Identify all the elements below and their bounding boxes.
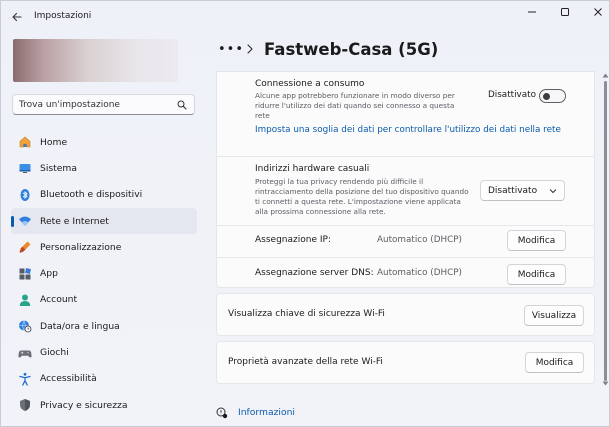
- ip-assignment-label: Assegnazione IP:: [255, 235, 331, 245]
- sidebar-item-label: Rete e Internet: [40, 215, 109, 227]
- sidebar-item-label: App: [40, 268, 58, 280]
- maximize-icon: [561, 8, 569, 16]
- maximize-button[interactable]: [554, 5, 576, 19]
- ip-assignment-value: Automatico (DHCP): [377, 235, 462, 245]
- globe-clock-icon: [18, 319, 32, 333]
- info-help-icon: [216, 407, 228, 419]
- random-hardware-addresses-dropdown[interactable]: Disattivato: [480, 180, 565, 201]
- scroll-up-arrow-icon[interactable]: [602, 73, 609, 78]
- search-input[interactable]: [19, 98, 174, 112]
- shield-icon: [18, 398, 32, 412]
- accessibility-icon: [18, 372, 32, 386]
- info-link[interactable]: Informazioni: [238, 407, 295, 418]
- back-button[interactable]: [9, 9, 25, 25]
- sidebar-item-bluetooth[interactable]: Bluetooth e dispositivi: [11, 182, 197, 208]
- chevron-down-icon: [549, 189, 557, 194]
- divider: [216, 156, 595, 157]
- sidebar-item-label: Privacy e sicurezza: [40, 399, 128, 411]
- data-limit-link[interactable]: Imposta una soglia dei dati per controll…: [255, 125, 561, 135]
- advanced-properties-edit-button[interactable]: Modifica: [525, 352, 584, 373]
- dns-assignment-label: Assegnazione server DNS:: [255, 268, 374, 278]
- random-hardware-addresses-description: Proteggi la tua privacy rendendo più dif…: [255, 177, 469, 216]
- ip-assignment-edit-button[interactable]: Modifica: [507, 230, 566, 251]
- security-key-card: Visualizza chiave di sicurezza Wi-Fi Vis…: [216, 293, 595, 336]
- sidebar-item-system[interactable]: Sistema: [11, 155, 197, 181]
- sidebar-item-apps[interactable]: App: [11, 260, 197, 286]
- gamepad-icon: [18, 346, 32, 360]
- metered-connection-toggle[interactable]: [539, 89, 566, 103]
- page-title: Fastweb-Casa (5G): [264, 40, 439, 59]
- dropdown-selected-value: Disattivato: [488, 186, 538, 196]
- search-box[interactable]: [12, 94, 195, 115]
- sidebar-item-accessibility[interactable]: Accessibilità: [11, 366, 197, 392]
- metered-connection-title: Connessione a consumo: [255, 79, 365, 89]
- sidebar-item-personalization[interactable]: Personalizzazione: [11, 234, 197, 260]
- sidebar-item-label: Giochi: [40, 347, 69, 359]
- minimize-button[interactable]: [521, 5, 543, 19]
- view-security-key-button[interactable]: Visualizza: [524, 305, 584, 326]
- sidebar-item-label: Personalizzazione: [40, 241, 122, 253]
- divider: [216, 257, 595, 258]
- minimize-icon: [528, 11, 536, 13]
- sidebar-item-home[interactable]: Home: [11, 129, 197, 155]
- bluetooth-icon: [18, 188, 32, 202]
- close-button[interactable]: [587, 5, 609, 19]
- metered-toggle-label: Disattivato: [488, 90, 536, 100]
- sidebar-item-network[interactable]: Rete e Internet: [11, 207, 197, 235]
- toggle-knob: [543, 93, 550, 100]
- sidebar-item-label: Bluetooth e dispositivi: [40, 189, 143, 201]
- user-profile-picture[interactable]: [13, 39, 178, 82]
- sidebar-nav: Home Sistema Bluetooth e dispositivi Ret…: [11, 129, 197, 418]
- random-hardware-addresses-title: Indirizzi hardware casuali: [255, 164, 370, 174]
- title-bar: Impostazioni: [1, 1, 609, 33]
- sidebar-item-time-language[interactable]: Data/ora e lingua: [11, 313, 197, 339]
- sidebar-item-label: Accessibilità: [40, 373, 97, 385]
- metered-connection-description: Alcune app potrebbero funzionare in modo…: [255, 91, 455, 120]
- divider: [216, 225, 595, 226]
- vertical-scrollbar[interactable]: [604, 81, 607, 381]
- brush-icon: [18, 240, 32, 254]
- search-icon[interactable]: [177, 100, 187, 110]
- sidebar-item-label: Account: [40, 294, 78, 306]
- app-title: Impostazioni: [34, 11, 92, 21]
- home-icon: [18, 135, 32, 149]
- sidebar-item-account[interactable]: Account: [11, 287, 197, 313]
- security-key-label: Visualizza chiave di sicurezza Wi-Fi: [228, 309, 385, 319]
- scroll-down-arrow-icon[interactable]: [602, 381, 609, 386]
- account-icon: [18, 293, 32, 307]
- breadcrumb-more-button[interactable]: •••: [218, 42, 244, 57]
- dns-assignment-edit-button[interactable]: Modifica: [507, 264, 566, 285]
- wifi-icon: [18, 214, 32, 228]
- sidebar-item-gaming[interactable]: Giochi: [11, 339, 197, 365]
- chevron-right-icon: [247, 44, 253, 54]
- system-icon: [18, 161, 32, 175]
- sidebar-item-label: Data/ora e lingua: [40, 320, 120, 332]
- sidebar-item-privacy[interactable]: Privacy e sicurezza: [11, 392, 197, 418]
- back-arrow-icon: [12, 12, 22, 22]
- apps-icon: [18, 267, 32, 281]
- sidebar-item-label: Home: [40, 136, 68, 148]
- advanced-properties-label: Proprietà avanzate della rete Wi-Fi: [228, 357, 383, 367]
- settings-window: Impostazioni Home Sistema: [0, 0, 610, 427]
- sidebar-item-label: Sistema: [40, 162, 78, 174]
- dns-assignment-value: Automatico (DHCP): [377, 268, 462, 278]
- advanced-properties-card: Proprietà avanzate della rete Wi-Fi Modi…: [216, 341, 595, 384]
- close-icon: [594, 8, 602, 16]
